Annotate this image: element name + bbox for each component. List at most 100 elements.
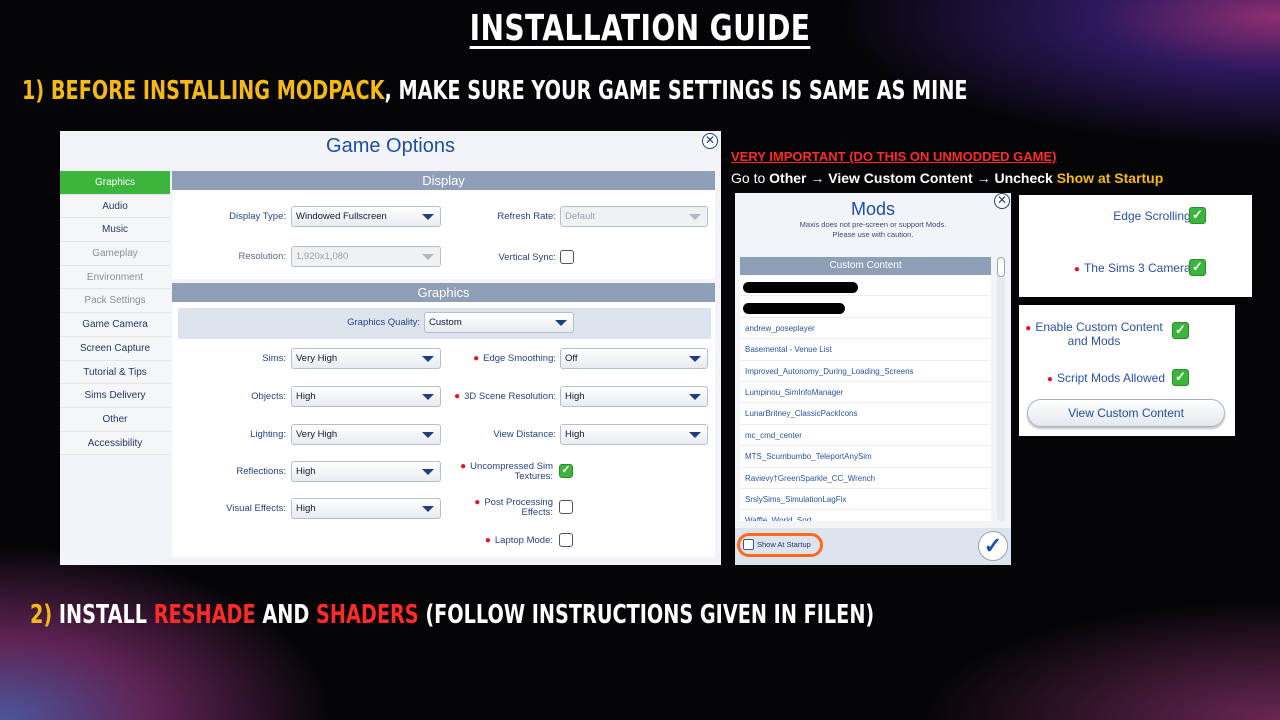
chevron-down-icon [422, 432, 434, 438]
list-item[interactable]: LunarBritney_ClassicPackIcons [740, 403, 991, 425]
step-2: 2) Install Reshade and Shaders (follow i… [30, 600, 875, 630]
bullet-icon: ● [1046, 374, 1053, 385]
edge-scrolling-checkbox[interactable]: ✓ [1189, 207, 1206, 224]
mods-footer: Show At Startup ✓ [735, 528, 1011, 565]
sidebar-item-sims-delivery[interactable]: Sims Delivery [60, 384, 170, 408]
resolution-dropdown[interactable]: 1,920x1,080 [291, 246, 441, 267]
background-streak [860, 580, 1280, 720]
reflections-label: Reflections: [236, 466, 286, 477]
chevron-down-icon [422, 254, 434, 260]
show-at-startup-toggle[interactable]: Show At Startup [737, 533, 823, 557]
label-text: Script Mods Allowed [1056, 371, 1165, 385]
redacted-item [740, 275, 991, 297]
label-text: Laptop Mode: [494, 535, 553, 546]
sidebar-item-accessibility[interactable]: Accessibility [60, 431, 170, 456]
list-item[interactable]: mc_cmd_center [740, 425, 991, 447]
list-item[interactable]: Ravievy†GreenSparkle_CC_Wrench [740, 468, 991, 489]
chevron-down-icon [422, 469, 434, 475]
objects-dropdown[interactable]: High [291, 386, 441, 407]
sidebar-item-tutorial-tips[interactable]: Tutorial & Tips [60, 360, 170, 385]
dropdown-value: High [296, 466, 316, 477]
lighting-dropdown[interactable]: Very High [291, 424, 441, 445]
refresh-rate-label: Refresh Rate: [497, 211, 556, 222]
post-processing-checkbox[interactable] [559, 500, 573, 514]
note-line: Maxis does not pre-screen or support Mod… [799, 220, 947, 229]
dropdown-value: Default [565, 211, 596, 222]
laptop-mode-label: ● Laptop Mode: [445, 535, 553, 546]
label-text: 3D Scene Resolution: [464, 391, 556, 402]
scrollbar-thumb[interactable] [997, 257, 1005, 277]
note-line: Please use with caution. [832, 230, 914, 239]
chevron-down-icon [422, 506, 434, 512]
sidebar-item-other[interactable]: Other [60, 407, 170, 432]
instr-part: Show at Startup [1056, 170, 1164, 186]
dropdown-value: Off [565, 353, 578, 364]
label-text: and Mods [1067, 334, 1121, 348]
sidebar-item-music[interactable]: Music [60, 218, 170, 243]
dropdown-value: Very High [296, 429, 338, 440]
list-item[interactable]: Waffle_World_Sort [740, 510, 991, 521]
scene-resolution-label: ● 3D Scene Resolution: [440, 391, 556, 402]
view-custom-content-button[interactable]: View Custom Content [1027, 399, 1225, 427]
enable-cc-checkbox[interactable]: ✓ [1172, 322, 1189, 339]
section-header: Graphics [172, 283, 715, 302]
sidebar-item-game-camera[interactable]: Game Camera [60, 313, 170, 337]
display-type-dropdown[interactable]: Windowed Fullscreen [291, 206, 441, 227]
arrow-icon: → [972, 170, 995, 186]
visual-effects-dropdown[interactable]: High [291, 498, 441, 519]
instr-part: Uncheck [994, 170, 1057, 186]
chevron-down-icon [422, 394, 434, 400]
uncompressed-textures-label: ● Uncompressed Sim Textures: [445, 462, 553, 482]
sims3-camera-checkbox[interactable]: ✓ [1189, 259, 1206, 276]
dropdown-value: High [565, 429, 585, 440]
edge-scrolling-label: Edge Scrolling: [1113, 209, 1194, 223]
section-header: Display [172, 171, 715, 190]
list-item[interactable]: MTS_Scumbumbo_TeleportAnySim [740, 446, 991, 468]
graphics-quality-dropdown[interactable]: Custom [424, 312, 574, 333]
list-item[interactable]: andrew_poseplayer [740, 318, 991, 340]
script-mods-label: ● Script Mods Allowed [1029, 372, 1165, 386]
close-icon[interactable]: ✕ [702, 133, 718, 149]
bullet-icon: ● [484, 535, 491, 546]
enable-cc-label: ● Enable Custom Content and Mods [1023, 321, 1165, 347]
scene-resolution-dropdown[interactable]: High [560, 386, 708, 407]
view-distance-dropdown[interactable]: High [560, 424, 708, 445]
uncompressed-textures-checkbox[interactable]: ✓ [559, 464, 573, 478]
list-item[interactable]: Basemental - Venue List [740, 339, 991, 361]
script-mods-checkbox[interactable]: ✓ [1172, 369, 1189, 386]
reflections-dropdown[interactable]: High [291, 461, 441, 482]
sidebar-item-screen-capture[interactable]: Screen Capture [60, 336, 170, 361]
chevron-down-icon [555, 320, 567, 326]
dropdown-value: High [565, 391, 585, 402]
list-item[interactable]: SrslySims_SimulationLagFix [740, 489, 991, 511]
list-item[interactable]: Improved_Autonomy_During_Loading_Screens [740, 361, 991, 382]
sidebar-item-gameplay[interactable]: Gameplay [60, 242, 170, 266]
toggle-label: Show At Startup [757, 540, 811, 549]
vsync-checkbox[interactable] [560, 250, 574, 264]
list-item[interactable]: Lumpinou_SimInfoManager [740, 382, 991, 404]
dropdown-value: High [296, 391, 316, 402]
chevron-down-icon [689, 394, 701, 400]
chevron-down-icon [422, 356, 434, 362]
resolution-label: Resolution: [238, 251, 286, 262]
bullet-icon: ● [1025, 323, 1032, 334]
sidebar-item-graphics[interactable]: Graphics [60, 171, 170, 195]
sidebar-item-pack-settings[interactable]: Pack Settings [60, 289, 170, 314]
panel-title: Mods [850, 199, 895, 219]
refresh-rate-dropdown[interactable]: Default [560, 206, 708, 227]
bullet-icon: ● [454, 391, 461, 402]
show-at-startup-checkbox[interactable] [743, 539, 754, 550]
edge-smoothing-dropdown[interactable]: Off [560, 348, 708, 369]
label-text: Enable Custom Content [1035, 320, 1163, 334]
sidebar-item-audio[interactable]: Audio [60, 194, 170, 219]
scrollbar[interactable] [997, 257, 1005, 521]
page-title: Installation Guide [469, 8, 811, 49]
instruction-text: Go to Other → View Custom Content → Unch… [731, 170, 1163, 186]
sims-dropdown[interactable]: Very High [291, 348, 441, 369]
confirm-button[interactable]: ✓ [978, 531, 1008, 561]
instr-part: Go to [731, 170, 770, 186]
edge-smoothing-label: ● Edge Smoothing: [445, 353, 556, 364]
sidebar-item-environment[interactable]: Environment [60, 265, 170, 290]
laptop-mode-checkbox[interactable] [559, 533, 573, 547]
bullet-icon: ● [473, 353, 480, 364]
